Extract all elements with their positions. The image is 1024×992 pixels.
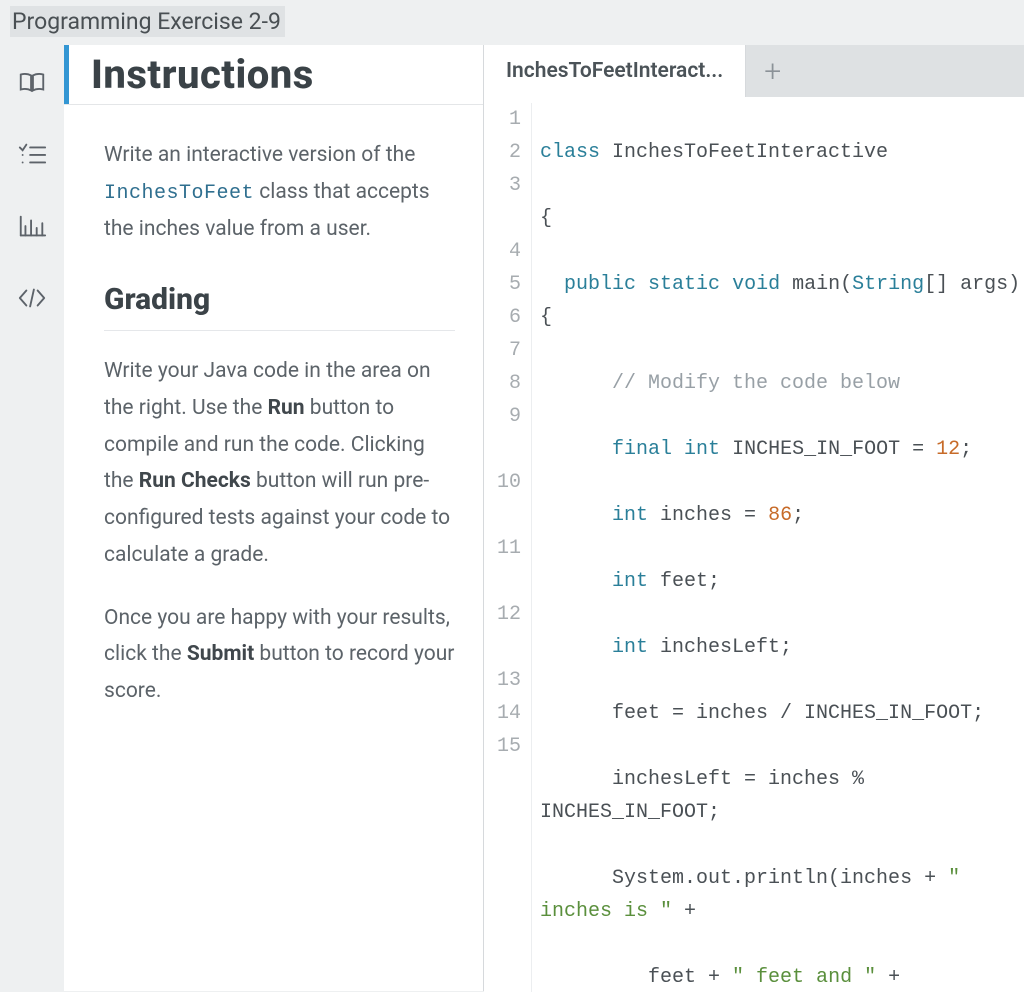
tab-file[interactable]: InchesToFeetInteract... (484, 45, 746, 97)
plus-icon: + (764, 54, 781, 89)
tasks-icon[interactable] (14, 139, 50, 169)
instructions-panel: Instructions Write an interactive versio… (64, 45, 484, 991)
instructions-para-2: Write your Java code in the area on the … (104, 353, 455, 574)
code-icon[interactable] (14, 283, 50, 313)
instructions-body: Write an interactive version of the Inch… (64, 105, 483, 756)
instructions-header: Instructions (64, 45, 483, 104)
instructions-heading: Instructions (69, 51, 314, 98)
code-token-inchestofeet: InchesToFeet (104, 182, 254, 205)
chart-icon[interactable] (14, 211, 50, 241)
book-icon[interactable] (14, 67, 50, 97)
page-title-bar: Programming Exercise 2-9 (0, 0, 1024, 45)
line-gutter: 123456789101112131415 (484, 103, 532, 992)
page-title: Programming Exercise 2-9 (10, 6, 285, 37)
sidebar-rail (0, 45, 64, 991)
grading-heading: Grading (104, 274, 455, 327)
tab-add-button[interactable]: + (746, 45, 799, 97)
instructions-para-1: Write an interactive version of the Inch… (104, 137, 455, 248)
instructions-para-3: Once you are happy with your results, cl… (104, 600, 455, 710)
editor-panel: InchesToFeetInteract... + 12345678910111… (484, 45, 1024, 991)
code-area[interactable]: 123456789101112131415 class InchesToFeet… (484, 97, 1024, 992)
code-lines[interactable]: class InchesToFeetInteractive { public s… (532, 103, 1024, 992)
grading-divider (104, 330, 455, 331)
tab-bar: InchesToFeetInteract... + (484, 45, 1024, 97)
